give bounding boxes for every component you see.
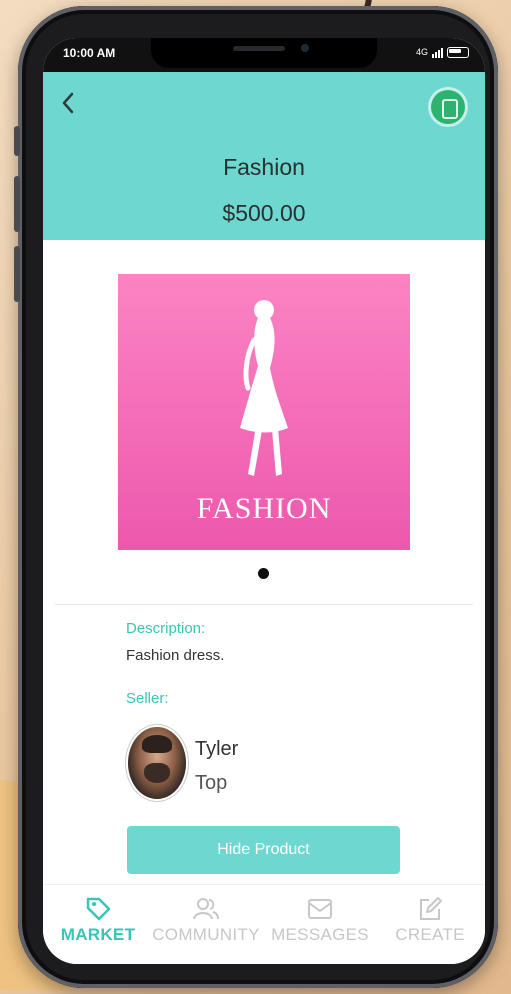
hide-product-button[interactable]: Hide Product — [127, 826, 400, 874]
divider — [55, 604, 473, 605]
nav-market-label: MARKET — [60, 925, 136, 944]
seller-first-name[interactable]: Tyler — [195, 738, 238, 761]
seller-label: Seller: — [126, 690, 169, 707]
chevron-left-icon — [62, 92, 74, 114]
header: Fashion $500.00 — [43, 72, 485, 240]
description-label: Description: — [126, 620, 206, 637]
users-icon — [193, 898, 219, 920]
page-title: Fashion — [223, 154, 305, 180]
nav-community-label: COMMUNITY — [152, 925, 260, 944]
battery-icon — [447, 46, 469, 58]
nav-messages[interactable]: MESSAGES — [265, 895, 375, 945]
product-image-caption: FASHION — [196, 492, 332, 525]
volume-down-button — [14, 246, 20, 302]
back-button[interactable] — [61, 90, 85, 120]
tag-icon — [86, 897, 111, 921]
network-label: 4G — [415, 47, 428, 57]
nav-create-label: CREATE — [395, 925, 465, 944]
profile-icon[interactable] — [431, 90, 465, 124]
edit-icon — [420, 897, 442, 920]
front-camera — [301, 44, 309, 52]
status-icons: 4G — [416, 46, 469, 58]
carousel-indicator[interactable] — [258, 568, 269, 579]
seller-avatar[interactable] — [128, 727, 186, 799]
nav-market[interactable]: MARKET — [43, 895, 153, 945]
nav-community[interactable]: COMMUNITY — [151, 895, 261, 945]
status-time: 10:00 AM — [63, 46, 116, 60]
nav-create[interactable]: CREATE — [375, 895, 485, 945]
product-image[interactable]: FASHION — [118, 274, 410, 550]
mail-icon — [308, 899, 332, 919]
signal-icon — [432, 46, 443, 58]
speaker — [233, 46, 285, 51]
app-screen: 10:00 AM 4G Fashion $500.00 FASHION Desc — [43, 38, 485, 964]
description-value: Fashion dress. — [126, 647, 225, 664]
product-price: $500.00 — [222, 200, 306, 226]
notch — [151, 38, 377, 68]
status-bar: 10:00 AM 4G — [43, 38, 485, 72]
nav-messages-label: MESSAGES — [271, 925, 369, 944]
silent-switch — [14, 126, 20, 156]
woman-silhouette-icon — [240, 300, 288, 476]
volume-up-button — [14, 176, 20, 232]
bottom-nav: MARKET COMMUNITY MESSAGES CREATE — [43, 884, 485, 964]
seller-last-name[interactable]: Top — [195, 772, 227, 795]
